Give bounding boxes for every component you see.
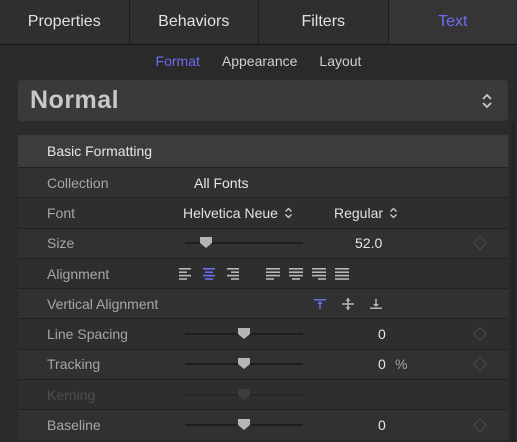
justify-left-icon[interactable] [266, 267, 280, 280]
inspector-tabs: Properties Behaviors Filters Text [0, 0, 517, 45]
keyframe-diamond-icon[interactable] [472, 357, 488, 372]
kerning-slider [185, 388, 303, 400]
size-value[interactable]: 52.0 [355, 235, 382, 251]
slider-thumb[interactable] [238, 358, 250, 370]
kerning-label: Kerning [47, 386, 96, 403]
section-title: Basic Formatting [47, 143, 153, 159]
font-family-popup[interactable]: Helvetica Neue [183, 205, 293, 221]
tracking-row: Tracking 0 % [18, 348, 508, 380]
keyframe-diamond-icon[interactable] [472, 327, 488, 342]
align-right-icon[interactable] [225, 267, 239, 280]
size-slider[interactable] [185, 237, 303, 249]
font-family-value: Helvetica Neue [183, 204, 278, 221]
justify-full-icon[interactable] [335, 267, 349, 280]
formatting-rows: Collection All Fonts Font Helvetica Neue… [18, 167, 508, 440]
line-spacing-slider[interactable] [185, 328, 303, 340]
up-down-chevron-icon [482, 93, 492, 108]
tab-properties[interactable]: Properties [0, 0, 130, 44]
tracking-value[interactable]: 0 [378, 356, 386, 372]
slider-thumb [238, 388, 250, 400]
size-label: Size [47, 235, 75, 252]
up-down-chevron-icon [390, 207, 397, 219]
slider-thumb[interactable] [200, 237, 213, 249]
keyframe-diamond-icon[interactable] [472, 417, 488, 433]
tab-filters[interactable]: Filters [259, 0, 389, 44]
justify-right-icon[interactable] [312, 267, 326, 280]
baseline-row: Baseline 0 [18, 409, 508, 440]
tab-text[interactable]: Text [388, 0, 517, 44]
align-center-icon[interactable] [202, 267, 216, 280]
scrollbar[interactable] [511, 122, 515, 442]
baseline-value[interactable]: 0 [378, 417, 386, 433]
align-left-icon[interactable] [179, 267, 193, 280]
size-row: Size 52.0 [18, 227, 508, 258]
alignment-label: Alignment [47, 265, 110, 282]
vertical-alignment-label: Vertical Alignment [47, 295, 159, 312]
tracking-unit: % [395, 356, 408, 373]
subtab-format[interactable]: Format [156, 53, 200, 69]
baseline-slider[interactable] [185, 419, 303, 431]
tab-behaviors[interactable]: Behaviors [130, 0, 259, 44]
slider-thumb[interactable] [238, 328, 250, 340]
text-subtabs: Format Appearance Layout [0, 45, 517, 77]
preset-label: Normal [30, 86, 120, 114]
tracking-label: Tracking [47, 356, 101, 373]
justify-center-icon[interactable] [289, 267, 303, 280]
line-spacing-label: Line Spacing [47, 326, 128, 343]
align-middle-icon[interactable] [342, 297, 354, 310]
up-down-chevron-icon [284, 207, 292, 219]
font-style-value: Regular [334, 204, 384, 221]
line-spacing-row: Line Spacing 0 [18, 318, 508, 349]
vertical-alignment-row: Vertical Alignment [18, 288, 508, 319]
font-label: Font [47, 204, 76, 221]
slider-thumb[interactable] [238, 419, 250, 431]
collection-label: Collection [47, 174, 109, 191]
basic-formatting-header[interactable]: Basic Formatting [18, 135, 508, 167]
font-style-popup[interactable]: Regular [334, 205, 398, 221]
font-row: Font Helvetica Neue Regular [18, 197, 508, 228]
kerning-row: Kerning [18, 379, 508, 410]
align-bottom-icon[interactable] [370, 298, 382, 310]
baseline-label: Baseline [47, 417, 101, 434]
collection-value[interactable]: All Fonts [194, 175, 248, 191]
style-preset-popup[interactable]: Normal [18, 80, 508, 121]
collection-row: Collection All Fonts [18, 167, 508, 198]
subtab-layout[interactable]: Layout [319, 53, 361, 69]
tracking-slider[interactable] [185, 358, 303, 370]
subtab-appearance[interactable]: Appearance [222, 53, 298, 69]
keyframe-diamond-icon[interactable] [472, 236, 488, 251]
align-top-icon[interactable] [314, 298, 326, 310]
line-spacing-value[interactable]: 0 [378, 326, 386, 342]
alignment-row: Alignment [18, 257, 508, 289]
